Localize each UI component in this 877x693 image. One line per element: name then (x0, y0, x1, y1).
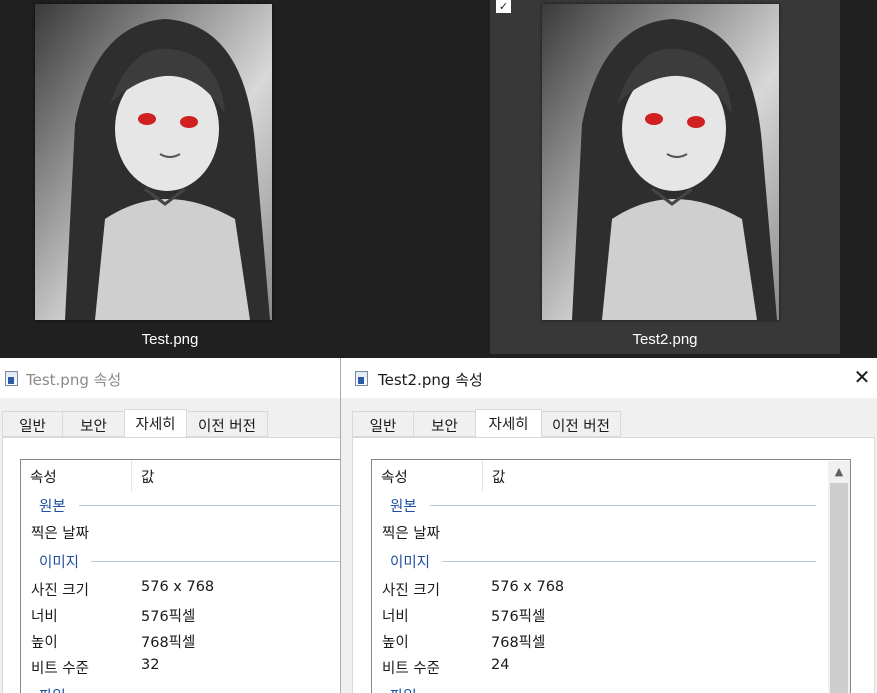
group-file: 파일 (390, 685, 417, 693)
property-value[interactable]: 576 x 768 (491, 579, 564, 595)
title-bar[interactable]: Test.png 속성 (0, 358, 340, 398)
property-name[interactable]: 사진 크기 (382, 579, 440, 600)
tab-general[interactable]: 일반 (2, 411, 63, 437)
property-value[interactable]: 576픽셀 (491, 605, 545, 626)
property-name[interactable]: 너비 (382, 605, 409, 626)
group-divider (91, 561, 340, 562)
property-name[interactable]: 비트 수준 (31, 657, 89, 678)
tab-security[interactable]: 보안 (413, 411, 476, 437)
property-name[interactable]: 높이 (382, 631, 409, 652)
property-name[interactable]: 높이 (31, 631, 58, 652)
tab-previous-versions[interactable]: 이전 버전 (541, 411, 621, 437)
details-panel: 속성 값 원본 찍은 날짜 이미지 사진 크기 576 x 768 너비 576… (352, 437, 875, 693)
property-name[interactable]: 찍은 날짜 (31, 522, 89, 543)
property-value[interactable]: 32 (141, 657, 159, 673)
checkbox-selected-icon[interactable]: ✓ (496, 0, 511, 13)
property-list[interactable]: 속성 값 원본 찍은 날짜 이미지 사진 크기 576 x 768 너비 576… (371, 459, 851, 693)
group-file: 파일 (39, 685, 66, 693)
tab-details[interactable]: 자세히 (124, 409, 187, 438)
dialog-title: Test2.png 속성 (378, 371, 483, 389)
title-bar[interactable]: Test2.png 속성 ✕ (341, 358, 877, 398)
details-panel: 속성 값 원본 찍은 날짜 이미지 사진 크기 576 x 768 너비 576… (2, 437, 340, 693)
thumbnail-image (542, 4, 779, 320)
tab-previous-versions[interactable]: 이전 버전 (186, 411, 268, 437)
file-explorer-view: Test.png Test2.png ✓ (0, 0, 877, 358)
group-divider (430, 505, 816, 506)
dialog-title: Test.png 속성 (26, 371, 122, 389)
thumbnail-image (35, 4, 272, 320)
file-icon (355, 371, 368, 386)
group-divider (442, 561, 816, 562)
group-image: 이미지 (390, 555, 431, 571)
file-tile-test[interactable]: Test.png (0, 0, 340, 354)
file-tile-test2[interactable]: Test2.png (490, 0, 840, 354)
property-name[interactable]: 사진 크기 (31, 579, 89, 600)
file-name-label: Test.png (141, 331, 199, 348)
tab-security[interactable]: 보안 (62, 411, 125, 437)
tab-details[interactable]: 자세히 (475, 409, 542, 438)
property-value[interactable]: 768픽셀 (141, 631, 195, 652)
group-divider (79, 505, 340, 506)
tab-general[interactable]: 일반 (352, 411, 414, 437)
explorer-right-edge (840, 0, 877, 358)
properties-dialog-test2: Test2.png 속성 ✕ 일반 보안 자세히 이전 버전 속성 값 원본 찍… (341, 358, 877, 693)
property-value[interactable]: 768픽셀 (491, 631, 545, 652)
file-name-label: Test2.png (632, 331, 698, 348)
column-header-property[interactable]: 속성 (21, 460, 131, 492)
property-value[interactable]: 24 (491, 657, 509, 673)
file-icon (5, 371, 18, 386)
property-name[interactable]: 비트 수준 (382, 657, 440, 678)
property-value[interactable]: 576 x 768 (141, 579, 214, 595)
column-header-property[interactable]: 속성 (372, 460, 482, 492)
properties-dialog-test: Test.png 속성 일반 보안 자세히 이전 버전 속성 값 원본 찍은 날… (0, 358, 341, 693)
column-header-value[interactable]: 값 (483, 460, 703, 492)
group-origin: 원본 (39, 499, 66, 515)
property-name[interactable]: 너비 (31, 605, 58, 626)
property-name[interactable]: 찍은 날짜 (382, 522, 440, 543)
group-image: 이미지 (39, 555, 80, 571)
property-value[interactable]: 576픽셀 (141, 605, 195, 626)
scroll-thumb[interactable] (830, 483, 848, 693)
column-header-value[interactable]: 값 (132, 460, 340, 492)
group-origin: 원본 (390, 499, 417, 515)
vertical-scrollbar[interactable]: ▲ (828, 461, 850, 693)
property-list[interactable]: 속성 값 원본 찍은 날짜 이미지 사진 크기 576 x 768 너비 576… (20, 459, 340, 693)
scroll-up-arrow-icon[interactable]: ▲ (830, 464, 848, 480)
close-icon[interactable]: ✕ (851, 366, 873, 388)
